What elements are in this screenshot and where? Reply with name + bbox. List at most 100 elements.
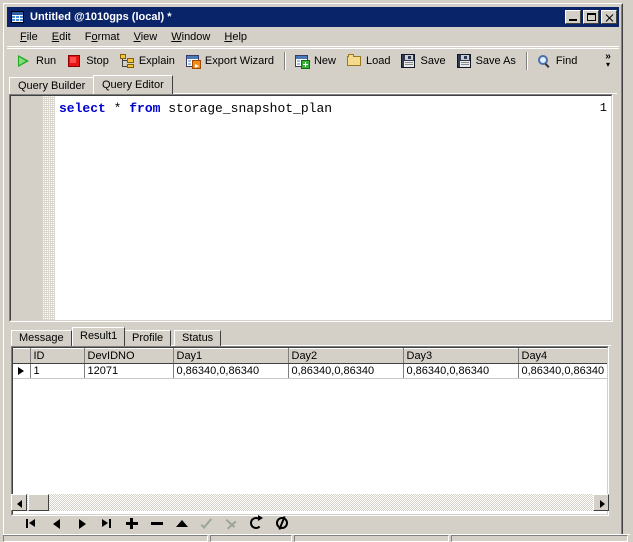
status-bar — [3, 534, 630, 542]
load-button[interactable]: Load — [342, 51, 396, 72]
run-button-label: Run — [36, 55, 57, 67]
new-document-icon — [294, 53, 310, 69]
nav-refresh-button[interactable] — [246, 514, 271, 532]
column-header-day1[interactable]: Day1 — [173, 348, 289, 364]
column-header-id[interactable]: ID — [30, 348, 85, 364]
nav-last-button[interactable] — [96, 514, 121, 532]
column-header-day3[interactable]: Day3 — [403, 348, 519, 364]
export-wizard-icon — [185, 53, 201, 69]
tab-query-editor-label: Query Editor — [102, 79, 164, 91]
maximize-button[interactable] — [583, 10, 599, 24]
row-indicator-cell[interactable] — [13, 363, 31, 379]
page-tab-strip: Query Builder Query Editor — [9, 75, 617, 94]
nav-abort-button[interactable] — [271, 514, 296, 532]
new-button[interactable]: New — [290, 51, 342, 72]
sql-table-name: storage_snapshot_plan — [160, 101, 333, 116]
tab-message[interactable]: Message — [11, 330, 72, 346]
tab-query-builder[interactable]: Query Builder — [9, 77, 95, 94]
load-button-label: Load — [366, 55, 391, 67]
toolbar-overflow-button[interactable]: » ▾ — [601, 50, 615, 72]
nav-edit-button[interactable] — [171, 514, 196, 532]
save-button-label: Save — [420, 55, 446, 67]
tab-status[interactable]: Status — [174, 330, 222, 346]
tab-message-label: Message — [19, 332, 64, 344]
nav-first-button[interactable] — [21, 514, 46, 532]
nav-post-button — [196, 514, 221, 532]
status-panel-1 — [3, 535, 208, 542]
nav-cancel-button — [221, 514, 246, 532]
floppy-disk-save-as-icon — [456, 53, 472, 69]
toolbar-separator-2 — [525, 52, 528, 70]
window-frame-outer: Untitled @1010gps (local) * File Edit Fo… — [3, 3, 623, 539]
editor-code-line: select * from storage_snapshot_plan — [59, 101, 332, 116]
sql-keyword-from: from — [129, 101, 161, 116]
cell-id[interactable]: 1 — [30, 363, 85, 379]
nav-delete-button[interactable] — [146, 514, 171, 532]
window-frame-inner: Untitled @1010gps (local) * File Edit Fo… — [4, 4, 622, 538]
result-grid-panel: ID DevIDNO Day1 Day2 Day3 Day4 1 12071 0… — [11, 346, 609, 516]
toolbar-overflow-caret: ▾ — [605, 60, 610, 69]
cell-day4[interactable]: 0,86340,0,86340 — [518, 363, 607, 379]
column-header-day2[interactable]: Day2 — [288, 348, 404, 364]
tab-profile[interactable]: Profile — [124, 330, 172, 346]
nav-insert-button[interactable] — [121, 514, 146, 532]
cell-day1[interactable]: 0,86340,0,86340 — [173, 363, 289, 379]
sql-editor[interactable]: 1 select * from storage_snapshot_plan — [10, 95, 612, 321]
result-table: ID DevIDNO Day1 Day2 Day3 Day4 1 12071 0… — [13, 348, 607, 379]
menu-item-view[interactable]: View — [127, 29, 165, 45]
tab-result1[interactable]: Result1 — [72, 327, 126, 346]
column-header-day4[interactable]: Day4 — [518, 348, 607, 364]
export-wizard-button-label: Export Wizard — [204, 55, 274, 67]
close-button[interactable] — [601, 10, 617, 24]
scroll-left-button[interactable] — [11, 494, 27, 511]
cell-day3[interactable]: 0,86340,0,86340 — [403, 363, 519, 379]
toolbar-separator-1 — [283, 52, 286, 70]
run-button[interactable]: Run — [12, 51, 62, 72]
minimize-button[interactable] — [565, 10, 581, 24]
explain-button[interactable]: Explain — [115, 51, 181, 72]
window-controls — [565, 10, 617, 24]
save-button[interactable]: Save — [396, 51, 451, 72]
table-row[interactable]: 1 12071 0,86340,0,86340 0,86340,0,86340 … — [13, 363, 607, 379]
stop-button[interactable]: Stop — [62, 51, 115, 72]
menu-item-help[interactable]: Help — [217, 29, 254, 45]
grid-horizontal-scrollbar[interactable] — [11, 494, 609, 511]
explain-button-label: Explain — [138, 55, 175, 67]
explain-tree-icon — [119, 53, 135, 69]
nav-next-button[interactable] — [71, 514, 96, 532]
run-play-icon — [16, 53, 32, 69]
toolbar: Run Stop Explain Export Wizard New Load … — [7, 48, 619, 73]
menu-bar: File Edit Format View Window Help — [7, 28, 619, 46]
cell-devidno[interactable]: 12071 — [84, 363, 174, 379]
export-wizard-button[interactable]: Export Wizard — [181, 51, 280, 72]
tab-query-editor[interactable]: Query Editor — [93, 75, 173, 94]
status-panel-3 — [294, 535, 449, 542]
scrollbar-track[interactable] — [27, 494, 593, 511]
sql-keyword-select: select — [59, 101, 106, 116]
result-tab-strip: Message Result1 Profile Status — [11, 327, 611, 346]
cell-day2[interactable]: 0,86340,0,86340 — [288, 363, 404, 379]
find-button-label: Find — [555, 55, 578, 67]
search-magnifier-icon — [536, 53, 552, 69]
floppy-disk-icon — [400, 53, 416, 69]
status-panel-2 — [210, 535, 292, 542]
sql-star: * — [105, 101, 130, 116]
status-panel-4 — [451, 535, 628, 542]
app-grid-window-icon — [10, 9, 26, 25]
column-header-devidno[interactable]: DevIDNO — [84, 348, 174, 364]
scroll-right-button[interactable] — [593, 494, 609, 511]
menu-item-edit[interactable]: Edit — [45, 29, 78, 45]
menu-item-format[interactable]: Format — [78, 29, 127, 45]
menu-item-file[interactable]: File — [13, 29, 45, 45]
result-grid[interactable]: ID DevIDNO Day1 Day2 Day3 Day4 1 12071 0… — [12, 347, 608, 515]
tab-result1-label: Result1 — [80, 330, 118, 342]
find-button[interactable]: Find — [532, 51, 583, 72]
folder-open-icon — [346, 53, 362, 69]
stop-square-icon — [66, 53, 82, 69]
editor-line-number: 1 — [599, 101, 607, 115]
menu-item-window[interactable]: Window — [164, 29, 217, 45]
scrollbar-thumb[interactable] — [28, 494, 49, 511]
tab-profile-label: Profile — [132, 332, 164, 344]
nav-prior-button[interactable] — [46, 514, 71, 532]
save-as-button[interactable]: Save As — [452, 51, 522, 72]
